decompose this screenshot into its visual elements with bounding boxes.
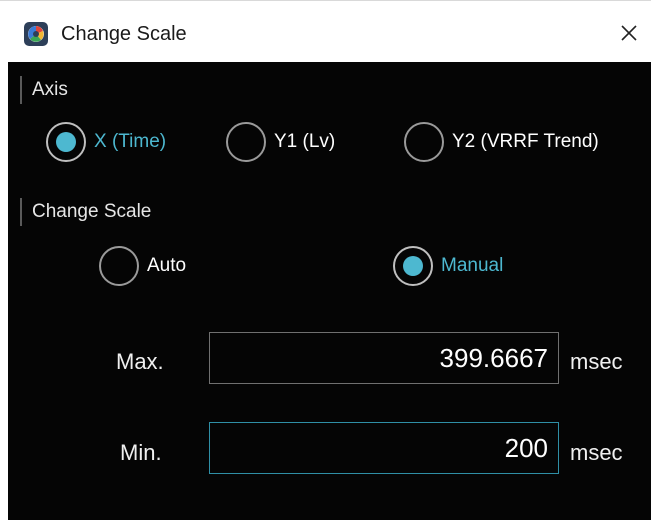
radio-selected-dot bbox=[403, 256, 423, 276]
dialog-body: Axis X (Time) Y1 (Lv) Y2 (VRRF Trend) Ch… bbox=[8, 62, 651, 520]
min-input[interactable] bbox=[210, 423, 558, 473]
radio-label: Y2 (VRRF Trend) bbox=[452, 131, 599, 152]
change-scale-dialog: Change Scale Axis X (Time) Y1 (Lv) Y2 (V… bbox=[0, 0, 651, 520]
radio-ring bbox=[99, 246, 139, 286]
max-label: Max. bbox=[116, 349, 164, 374]
radio-scale-auto[interactable]: Auto bbox=[99, 246, 209, 286]
radio-axis-y2-vrrf-trend[interactable]: Y2 (VRRF Trend) bbox=[404, 122, 632, 162]
max-unit: msec bbox=[570, 349, 623, 374]
min-field[interactable] bbox=[209, 422, 559, 474]
title-bar[interactable]: Change Scale bbox=[0, 0, 651, 62]
max-input[interactable] bbox=[210, 333, 558, 383]
app-logo-icon bbox=[24, 22, 48, 46]
radio-selected-dot bbox=[56, 132, 76, 152]
radio-label: Auto bbox=[147, 255, 187, 276]
axis-section-divider bbox=[20, 76, 22, 104]
close-button[interactable] bbox=[612, 18, 646, 48]
radio-label: Y1 (Lv) bbox=[274, 131, 336, 152]
radio-scale-manual[interactable]: Manual bbox=[393, 246, 533, 286]
max-field[interactable] bbox=[209, 332, 559, 384]
radio-ring bbox=[226, 122, 266, 162]
window-title: Change Scale bbox=[61, 23, 187, 45]
axis-section-label: Axis bbox=[32, 79, 68, 100]
radio-axis-x-time[interactable]: X (Time) bbox=[46, 122, 206, 162]
radio-ring bbox=[404, 122, 444, 162]
title-bar-border bbox=[0, 0, 651, 1]
radio-axis-y1-lv[interactable]: Y1 (Lv) bbox=[226, 122, 356, 162]
radio-label: Manual bbox=[441, 255, 504, 276]
min-label: Min. bbox=[120, 440, 162, 465]
radio-label: X (Time) bbox=[94, 131, 167, 152]
scale-section-divider bbox=[20, 198, 22, 226]
min-unit: msec bbox=[570, 440, 623, 465]
close-icon bbox=[621, 25, 637, 41]
scale-section-label: Change Scale bbox=[32, 201, 152, 222]
